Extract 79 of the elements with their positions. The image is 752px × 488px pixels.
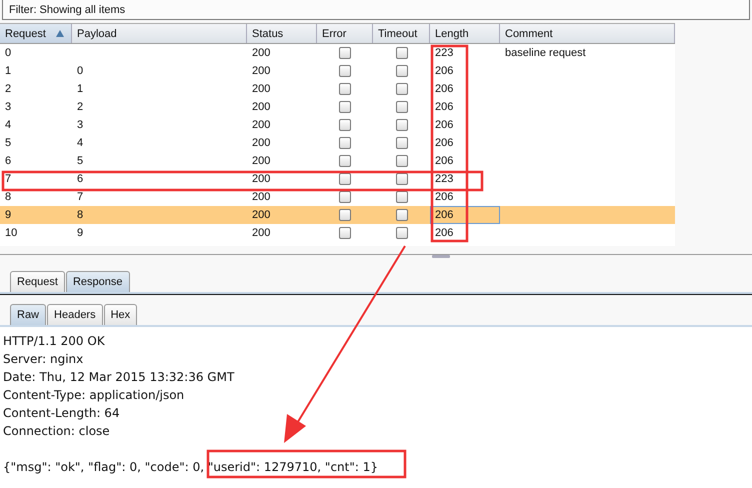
payload-value: 2 (77, 101, 84, 113)
request-number: 0 (5, 47, 12, 59)
request-number: 1 (5, 65, 12, 77)
response-length: 206 (435, 119, 454, 131)
response-line: HTTP/1.1 200 OK (3, 334, 105, 348)
request-number: 7 (5, 173, 12, 185)
column-header[interactable]: Timeout (373, 24, 430, 43)
status-code: 200 (252, 119, 270, 131)
response-line: Content-Length: 64 (3, 406, 120, 420)
sort-ascending-icon (56, 30, 64, 37)
table-row[interactable]: 6 5 200 206 (0, 152, 675, 170)
splitter-handle[interactable] (432, 255, 450, 258)
request-number: 8 (5, 191, 12, 203)
request-number: 6 (5, 155, 12, 167)
table-row[interactable]: 3 2 200 206 (0, 98, 675, 116)
table-row[interactable]: 7 6 200 223 (0, 170, 675, 188)
response-length: 206 (435, 101, 454, 113)
payload-value: 7 (77, 191, 84, 203)
payload-value: 4 (77, 137, 84, 149)
response-length: 206 (435, 65, 454, 77)
comment-text: baseline request (505, 47, 586, 59)
request-number: 2 (5, 83, 12, 95)
payload-value: 5 (77, 155, 84, 167)
message-tab[interactable]: Request (10, 271, 65, 292)
payload-value: 9 (77, 227, 84, 239)
payload-value: 8 (77, 209, 84, 221)
response-length: 206 (435, 227, 454, 239)
table-row[interactable]: 10 9 200 206 (0, 224, 675, 242)
status-code: 200 (252, 155, 270, 167)
column-header[interactable]: Status (247, 24, 317, 43)
request-number: 10 (5, 227, 18, 239)
table-row[interactable]: 4 3 200 206 (0, 116, 675, 134)
filter-label: Filter: Showing all items (9, 4, 126, 16)
table-row[interactable]: 5 4 200 206 (0, 134, 675, 152)
status-code: 200 (252, 83, 270, 95)
table-row[interactable]: 2 1 200 206 (0, 80, 675, 98)
table-row[interactable]: 9 8 200 206 (0, 206, 675, 224)
column-header[interactable]: Payload (72, 24, 247, 43)
request-number: 5 (5, 137, 12, 149)
payload-value: 6 (77, 173, 84, 185)
response-length: 206 (435, 83, 454, 95)
status-code: 200 (252, 101, 270, 113)
response-length: 206 (435, 155, 454, 167)
payload-value: 3 (77, 119, 84, 131)
arrow-icon (284, 245, 406, 443)
message-tab[interactable]: Response (66, 271, 130, 292)
view-tab[interactable]: Raw (10, 304, 46, 325)
request-number: 4 (5, 119, 12, 131)
table-row[interactable]: 8 7 200 206 (0, 188, 675, 206)
column-header[interactable]: Comment (500, 24, 675, 43)
table-row[interactable]: 0 200 223 baseline request (0, 44, 675, 62)
response-length: 223 (435, 173, 454, 185)
payload-value: 1 (77, 83, 84, 95)
response-length: 206 (435, 137, 454, 149)
filter-bar[interactable]: Filter: Showing all items (2, 0, 750, 20)
table-row[interactable]: 1 0 200 206 (0, 62, 675, 80)
column-header[interactable]: Length (430, 24, 500, 43)
response-line: Content-Type: application/json (3, 388, 184, 402)
response-line: {"msg": "ok", "flag": 0, "code": 0, "userid": 1279710, "cnt": 1} (3, 460, 378, 474)
request-number: 3 (5, 101, 12, 113)
response-length: 223 (435, 47, 454, 59)
view-tab[interactable]: Hex (104, 304, 138, 325)
payload-value: 0 (77, 65, 84, 77)
status-code: 200 (252, 227, 270, 239)
request-number: 9 (5, 209, 12, 221)
status-code: 200 (252, 137, 270, 149)
response-line: Connection: close (3, 424, 110, 438)
response-line: Date: Thu, 12 Mar 2015 13:32:36 GMT (3, 370, 234, 384)
status-code: 200 (252, 173, 270, 185)
response-length: 206 (435, 191, 454, 203)
status-code: 200 (252, 65, 270, 77)
column-header[interactable]: Error (317, 24, 373, 43)
column-header[interactable]: Request (0, 24, 72, 43)
status-code: 200 (252, 47, 270, 59)
view-tab[interactable]: Headers (47, 304, 103, 325)
response-length: 206 (435, 209, 454, 221)
status-code: 200 (252, 209, 270, 221)
response-line: Server: nginx (3, 352, 84, 366)
status-code: 200 (252, 191, 270, 203)
